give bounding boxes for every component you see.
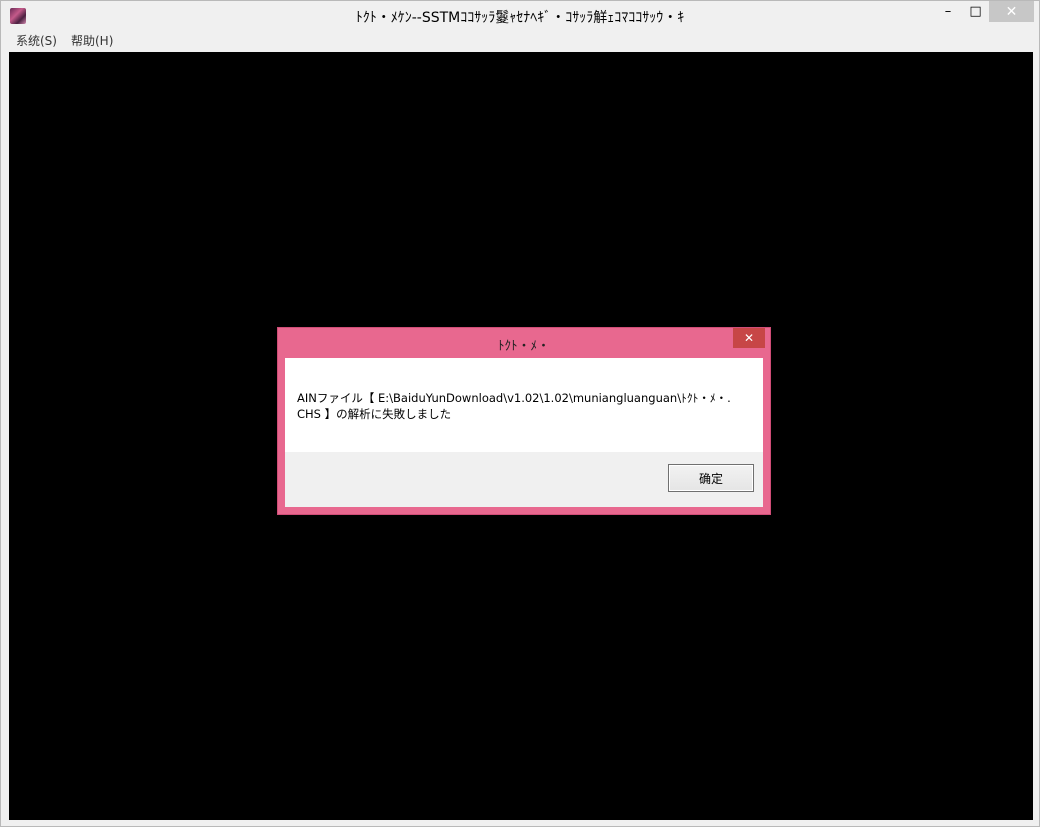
menu-bar: 系统(S) 帮助(H) <box>9 32 1033 51</box>
app-window: ﾄｸﾄ・ﾒｹﾝ--SSTMｺｺｻｯﾗ鬉ｬｾﾅﾍｷﾞ・ｺｻｯﾗ觧ｪｺﾏｺｺｻｯｳ・… <box>0 0 1040 827</box>
dialog-close-button[interactable]: ✕ <box>733 328 765 348</box>
close-icon: ✕ <box>743 331 755 345</box>
ok-button[interactable]: 确定 <box>668 464 754 492</box>
window-title: ﾄｸﾄ・ﾒｹﾝ--SSTMｺｺｻｯﾗ鬉ｬｾﾅﾍｷﾞ・ｺｻｯﾗ觧ｪｺﾏｺｺｻｯｳ・… <box>355 10 685 26</box>
dialog-body: AINファイル【 E:\BaiduYunDownload\v1.02\1.02\… <box>285 358 763 507</box>
error-dialog: ﾄｸﾄ・ﾒ・ ✕ AINファイル【 E:\BaiduYunDownload\v1… <box>277 327 771 515</box>
dialog-title: ﾄｸﾄ・ﾒ・ <box>497 339 550 354</box>
title-bar[interactable]: ﾄｸﾄ・ﾒｹﾝ--SSTMｺｺｻｯﾗ鬉ｬｾﾅﾍｷﾞ・ｺｻｯﾗ觧ｪｺﾏｺｺｻｯｳ・… <box>1 1 1039 31</box>
menu-help[interactable]: 帮助(H) <box>64 32 120 51</box>
minimize-icon: – <box>944 4 952 19</box>
dialog-message-area: AINファイル【 E:\BaiduYunDownload\v1.02\1.02\… <box>285 358 763 452</box>
minimize-button[interactable]: – <box>934 1 962 22</box>
maximize-button[interactable]: □ <box>962 1 989 22</box>
close-icon: ✕ <box>1005 3 1018 20</box>
maximize-icon: □ <box>969 4 982 19</box>
dialog-message: AINファイル【 E:\BaiduYunDownload\v1.02\1.02\… <box>297 391 731 421</box>
close-button[interactable]: ✕ <box>989 1 1034 22</box>
menu-system[interactable]: 系统(S) <box>9 32 64 51</box>
